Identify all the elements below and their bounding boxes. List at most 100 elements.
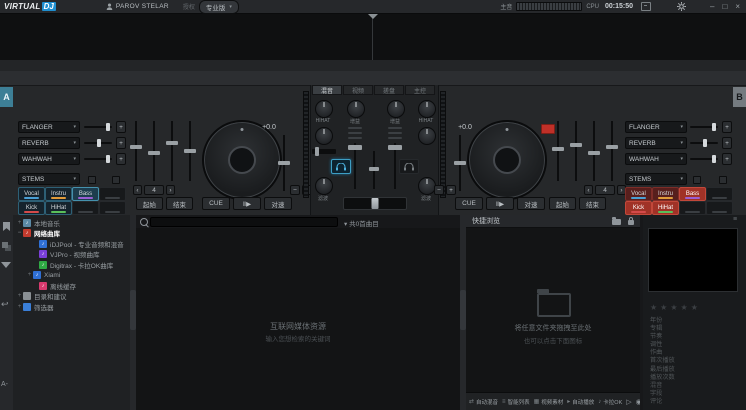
deck-a-stems-select[interactable]: STEMS ▾ — [18, 173, 80, 185]
back-icon[interactable]: ↩ — [1, 299, 9, 310]
deck-a-fx2-select[interactable]: REVERB ▾ — [18, 137, 80, 149]
crossfader[interactable] — [343, 197, 407, 210]
channel-a-eq-low[interactable] — [348, 137, 362, 139]
deck-b-pad-fader[interactable] — [570, 121, 582, 181]
mixer-master-mini-fader[interactable] — [312, 149, 336, 154]
mixer-tab-mixer[interactable]: 混音 — [312, 85, 342, 95]
tree-item-idjpool[interactable]: ♪ iDJPool - 专业音频和混音 — [13, 239, 131, 249]
deck-a-loop-in-button[interactable]: 起始 — [136, 197, 163, 210]
deck-b-stem-bass[interactable]: Bass — [679, 187, 706, 201]
jog-center-button[interactable] — [493, 146, 521, 174]
settings-button[interactable] — [677, 2, 686, 11]
deck-b-stem-empty[interactable] — [706, 187, 733, 201]
filter-icon[interactable] — [1, 262, 11, 268]
deck-b-loop-half-button[interactable]: ‹ — [584, 185, 593, 195]
deck-b-sync-button[interactable]: 对速 — [517, 197, 545, 210]
sidelist-button[interactable]: ≡ 智能列表 — [502, 398, 530, 406]
channel-a-headphone-cue-button[interactable] — [331, 159, 351, 174]
deck-a-fx1-slider[interactable] — [84, 121, 112, 133]
file-list-panel[interactable] — [136, 228, 460, 410]
preview-play-icon[interactable]: ▷ — [626, 398, 631, 406]
deck-b-stem-hihat[interactable]: HiHat — [652, 201, 679, 215]
minimize-button[interactable]: – — [710, 1, 714, 13]
channel-a-gain-knob[interactable] — [347, 100, 365, 118]
tree-item-offline-cache[interactable]: ♪ 离线缓存 — [13, 281, 131, 291]
deck-b-cue-button[interactable]: CUE — [455, 197, 483, 210]
mixer-left-fx-knob[interactable] — [315, 127, 333, 145]
mixer-tab-master[interactable]: 主控 — [405, 85, 435, 95]
deck-b-fx2-select[interactable]: REVERB ▾ — [625, 137, 687, 149]
channel-b-headphone-cue-button[interactable] — [399, 159, 419, 174]
deck-a-stem-empty[interactable] — [72, 201, 99, 215]
deck-a-stem-bass[interactable]: Bass — [72, 187, 99, 201]
deck-b-pad-fader[interactable] — [552, 121, 564, 181]
expander-icon[interactable]: + — [26, 272, 33, 278]
license-dropdown[interactable]: 专业版 ▾ — [199, 0, 239, 14]
deck-a-stems-option-button[interactable] — [88, 176, 96, 184]
deck-a-stem-instru[interactable]: Instru — [45, 187, 72, 201]
mixer-tab-scratch[interactable]: 搓盘 — [374, 85, 404, 95]
close-button[interactable]: × — [735, 1, 740, 13]
deck-a-loop-half-button[interactable]: ‹ — [133, 185, 142, 195]
rhythm-wave-area[interactable] — [0, 14, 746, 61]
favorites-icon[interactable] — [3, 222, 10, 231]
mixer-tab-video[interactable]: 视频 — [343, 85, 373, 95]
channel-a-filter-knob[interactable] — [315, 177, 333, 195]
deck-b-stem-empty[interactable] — [679, 201, 706, 215]
deck-b-bend-plus-button[interactable]: + — [446, 185, 456, 195]
jog-center-button[interactable] — [228, 146, 256, 174]
channel-b-eq-mid[interactable] — [388, 132, 402, 134]
expander-icon[interactable]: − — [16, 230, 23, 236]
deck-b-fx3-slider[interactable] — [690, 153, 718, 165]
tree-item-vjpro[interactable]: ♪ VJPro - 视频曲库 — [13, 249, 131, 259]
tree-item-catalogs[interactable]: + 目录和建议 — [13, 291, 131, 301]
deck-a-stem-kick[interactable]: Kick — [18, 201, 45, 215]
deck-b-stem-instru[interactable]: Instru — [652, 187, 679, 201]
expander-icon[interactable]: + — [16, 293, 23, 299]
deck-b-jog-wheel[interactable] — [467, 120, 547, 200]
karaoke-button[interactable]: ♪ 卡拉OK — [598, 398, 622, 406]
deck-a-fx3-add-button[interactable]: + — [116, 153, 126, 165]
deck-b-play-pause-button[interactable]: Ⅱ▶ — [486, 197, 514, 210]
deck-a-fx2-slider[interactable] — [84, 137, 112, 149]
tree-item-online-library[interactable]: − ♪ 网络曲库 — [13, 228, 131, 238]
deck-a-jog-wheel[interactable] — [202, 120, 282, 200]
covers-view-icon[interactable] — [2, 242, 8, 248]
font-size-button[interactable]: A- — [1, 381, 8, 388]
user-account-button[interactable]: PAROV STELAR — [106, 3, 169, 10]
tree-item-local-music[interactable]: + ♪ 本地音乐 — [13, 218, 131, 228]
autoplay-button[interactable]: ▸ 自动播放 — [567, 398, 594, 406]
deck-b-fx1-select[interactable]: FLANGER ▾ — [625, 121, 687, 133]
expander-icon[interactable]: + — [16, 220, 23, 226]
deck-a-loop-size[interactable]: 4 — [144, 185, 164, 195]
deck-a-pad-fader[interactable] — [166, 121, 178, 181]
channel-b-eq-high[interactable] — [388, 127, 402, 129]
calendar-icon[interactable] — [641, 2, 651, 11]
deck-a-fx3-select[interactable]: WAHWAH ▾ — [18, 153, 80, 165]
deck-a-loop-double-button[interactable]: › — [166, 185, 175, 195]
mixer-right-pad-knob[interactable] — [418, 100, 436, 118]
record-icon[interactable]: ◉ — [636, 398, 640, 406]
deck-a-sync-button[interactable]: 对速 — [264, 197, 292, 210]
deck-b-fx1-slider[interactable] — [690, 121, 718, 133]
channel-a-eq-mid[interactable] — [348, 132, 362, 134]
deck-a-fx3-slider[interactable] — [84, 153, 112, 165]
panel-menu-icon[interactable]: ≡ — [733, 216, 737, 223]
deck-b-fx2-add-button[interactable]: + — [722, 137, 732, 149]
deck-b-stems-option-button[interactable] — [719, 176, 727, 184]
mixer-right-fx-knob[interactable] — [418, 127, 436, 145]
maximize-button[interactable]: □ — [722, 1, 727, 13]
deck-b-stems-option-button[interactable] — [693, 176, 701, 184]
headphone-volume-fader[interactable] — [369, 151, 379, 189]
deck-a-bend-minus-button[interactable]: − — [290, 185, 300, 195]
deck-b-loop-out-button[interactable]: 结束 — [579, 197, 606, 210]
expander-icon[interactable]: + — [16, 304, 23, 310]
channel-b-gain-knob[interactable] — [387, 100, 405, 118]
lock-icon[interactable] — [628, 220, 634, 225]
deck-a-tag[interactable]: A — [0, 87, 13, 107]
deck-a-stem-hihat[interactable]: HiHat — [45, 201, 72, 215]
tree-item-filters[interactable]: + 筛选器 — [13, 302, 131, 312]
deck-b-fx1-add-button[interactable]: + — [722, 121, 732, 133]
deck-a-loop-out-button[interactable]: 结束 — [166, 197, 193, 210]
deck-b-stem-kick[interactable]: Kick — [625, 201, 652, 215]
